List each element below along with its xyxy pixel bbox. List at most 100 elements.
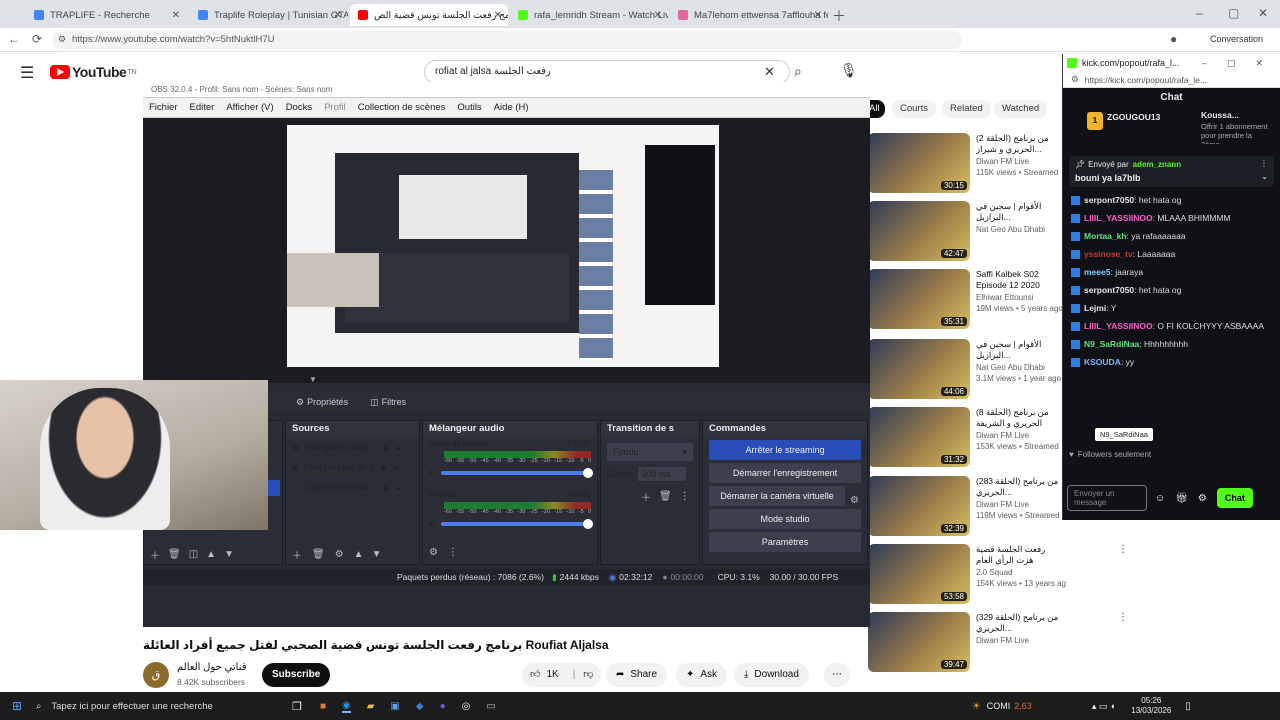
speaker-icon[interactable]: 🔊︎: [429, 518, 435, 529]
source-item[interactable]: ▭ Capture d'écran ◉ 🔒︎: [286, 477, 419, 497]
windows-start-icon[interactable]: ⊞: [12, 699, 22, 713]
more-icon[interactable]: ⋮: [448, 547, 458, 558]
discord-icon[interactable]: ●: [440, 701, 446, 712]
more-icon[interactable]: ⋮: [1260, 159, 1268, 168]
video-thumbnail[interactable]: 31:32: [868, 407, 970, 467]
chat-username[interactable]: Mortaa_kh: [1084, 231, 1127, 241]
virtual-camera-settings-icon[interactable]: ⚙: [850, 495, 859, 506]
volume-slider[interactable]: [440, 467, 593, 478]
trash-icon[interactable]: 🗑︎: [168, 549, 181, 560]
gear-icon[interactable]: ⚙: [1198, 493, 1207, 504]
close-window-icon[interactable]: ✕: [1256, 58, 1264, 69]
add-icon[interactable]: ＋: [292, 547, 302, 562]
channel-menu-icon[interactable]: ⋮: [429, 503, 438, 514]
recommendation-item[interactable]: 44:06 الأقوام | سجين في البرازيل... Nat Ge…: [868, 339, 1128, 403]
chat-message[interactable]: Mortaa_kh: ya rafaaaaaaa: [1063, 227, 1280, 245]
clock[interactable]: 05:26 13/03/2026: [1131, 696, 1171, 716]
more-icon[interactable]: ⋮: [680, 491, 690, 502]
chat-message[interactable]: LIIIL_YASSIINOO: O FI KOLCHYYY ASBAAAA: [1063, 317, 1280, 335]
chat-message[interactable]: serpont7050: het hata og: [1063, 191, 1280, 209]
recommendation-item[interactable]: 30:15 (الحلقة 2) من برنامج الحريري و شيرا…: [868, 133, 1128, 197]
filter-icon[interactable]: ◫: [189, 549, 198, 560]
gear-icon[interactable]: ⚙: [335, 549, 344, 560]
channel-menu-icon[interactable]: ⋮: [429, 452, 438, 463]
recommendation-item[interactable]: 31:32 (الحلقة 8) من برنامج الحريري و الشر…: [868, 407, 1128, 471]
chat-message[interactable]: meee5: jaaraya: [1063, 263, 1280, 281]
share-button[interactable]: ➦ Share: [606, 663, 668, 687]
menu-edit[interactable]: Editer: [190, 102, 215, 113]
recommendation-channel[interactable]: 2.0 Squad: [976, 568, 1066, 577]
gift-icon[interactable]: 🎁︎: [1175, 493, 1188, 504]
search-icon[interactable]: ⌕: [794, 63, 802, 80]
move-down-icon[interactable]: ▼: [224, 549, 234, 560]
source-item[interactable]: ◙ Périphérique de ca ◉ 🔒︎: [286, 457, 419, 477]
menu-view[interactable]: Afficher (V): [226, 102, 273, 113]
kick-url-bar[interactable]: ⚙ https://kick.com/popout/rafa_le...: [1063, 72, 1280, 88]
edge-icon[interactable]: ◉: [341, 700, 351, 713]
browser-tab-active[interactable]: برنامج رفعت الجلسة تونس قضية الص ✕: [350, 4, 508, 26]
chat-message[interactable]: yssinose_tv: Laaaaaaa: [1063, 245, 1280, 263]
menu-docks[interactable]: Docks: [286, 102, 312, 113]
subscribe-button[interactable]: Subscribe: [262, 663, 331, 687]
move-up-icon[interactable]: ▲: [354, 549, 364, 560]
recommendation-title[interactable]: رفعت الجلسة قضية هزت الرأي العام: [976, 544, 1062, 566]
microphone-icon[interactable]: 🎙: [840, 62, 858, 79]
ask-button[interactable]: ✦ Ask: [676, 663, 728, 687]
chat-username[interactable]: KSOUDA: [1084, 357, 1121, 367]
download-button[interactable]: ⤓ Download: [734, 663, 809, 687]
move-up-icon[interactable]: ▲: [206, 549, 216, 560]
chip-courts[interactable]: Courts: [892, 100, 936, 118]
back-icon[interactable]: ←: [8, 32, 20, 46]
recommendation-channel[interactable]: Elhiwar Ettounsi: [976, 293, 1066, 302]
menu-profile[interactable]: Profil: [324, 102, 346, 113]
more-icon[interactable]: ⋮: [1118, 612, 1128, 623]
like-button[interactable]: 👍︎ 1K | 👎︎: [522, 663, 602, 687]
volume-slider[interactable]: [440, 518, 593, 529]
chip-watched[interactable]: Watched: [994, 100, 1048, 118]
close-icon[interactable]: ✕: [814, 10, 822, 21]
chat-input[interactable]: Envoyer un message: [1067, 485, 1147, 511]
browser-tab[interactable]: TRAPLIFE - Recherche ✕: [26, 4, 186, 26]
search-input[interactable]: rofiat al jalsa رفعت الجلسة: [424, 60, 790, 84]
taskbar-search[interactable]: ⌕ Tapez ici pour effectuer une recherche: [36, 692, 258, 720]
store-icon[interactable]: ▣: [390, 701, 399, 712]
recommendation-channel[interactable]: Diwan FM Live: [976, 636, 1066, 645]
properties-button[interactable]: Propriétés: [307, 397, 348, 407]
thumbs-down-icon[interactable]: 👎︎: [583, 663, 593, 687]
chat-message[interactable]: serpont7050: het hata og: [1063, 281, 1280, 299]
recommendation-title[interactable]: (الحلقة 329) من برنامج الحريري...: [976, 612, 1062, 634]
emote-icon[interactable]: ☺: [1155, 493, 1165, 504]
task-view-icon[interactable]: ❐: [292, 700, 302, 713]
channel-avatar[interactable]: ق: [143, 662, 169, 688]
recommendation-title[interactable]: (الحلقة 283) من برنامج الحريري...: [976, 476, 1062, 498]
app-icon[interactable]: ■: [320, 701, 326, 712]
conversation-button[interactable]: Conversation: [1210, 34, 1263, 44]
url-bar[interactable]: https://www.youtube.com/watch?v=5htNuktl…: [52, 31, 962, 49]
video-thumbnail[interactable]: 30:15: [868, 133, 970, 193]
add-icon[interactable]: ＋: [641, 489, 651, 504]
recommendation-channel[interactable]: Nat Geo Abu Dhabi: [976, 363, 1066, 372]
close-icon[interactable]: ✕: [494, 10, 502, 21]
more-icon[interactable]: ⋮: [1118, 544, 1128, 555]
tray-icons[interactable]: ▴ ▭ ◖: [1092, 701, 1115, 712]
minimize-icon[interactable]: –: [1196, 6, 1203, 20]
chat-username[interactable]: N9_SaRdiNaa: [1084, 339, 1139, 349]
folder-icon[interactable]: ▰: [367, 701, 375, 712]
recommendation-item[interactable]: 42:47 الأقوام | سجين في البرازيل... Nat Ge…: [868, 201, 1128, 265]
recommendation-item[interactable]: 32:39 (الحلقة 283) من برنامج الحريري... Di…: [868, 476, 1128, 540]
recommendation-item[interactable]: 39:47 (الحلقة 329) من برنامج الحريري... Di…: [868, 612, 1128, 676]
chat-username[interactable]: serpont7050: [1084, 195, 1134, 205]
recommendation-channel[interactable]: Diwan FM Live: [976, 431, 1066, 440]
start-virtual-camera-button[interactable]: Démarrer la caméra virtuelle: [709, 486, 845, 506]
site-info-icon[interactable]: ⚙: [58, 34, 66, 45]
slider-handle[interactable]: [583, 467, 593, 478]
settings-button[interactable]: Paramètres: [709, 532, 861, 552]
start-recording-button[interactable]: Démarrer l'enregistrement: [709, 463, 861, 483]
chat-username[interactable]: LIIIL_YASSIINOO: [1084, 213, 1153, 223]
recommendation-title[interactable]: (الحلقة 8) من برنامج الحريري و الشريفة: [976, 407, 1062, 429]
chat-message[interactable]: KSOUDA: yy: [1063, 353, 1280, 371]
close-icon[interactable]: ✕: [334, 10, 342, 21]
recommendation-item[interactable]: 53:58 رفعت الجلسة قضية هزت الرأي العام 2.0…: [868, 544, 1128, 608]
menu-file[interactable]: Fichier: [149, 102, 178, 113]
chat-username[interactable]: Lejmi: [1084, 303, 1106, 313]
